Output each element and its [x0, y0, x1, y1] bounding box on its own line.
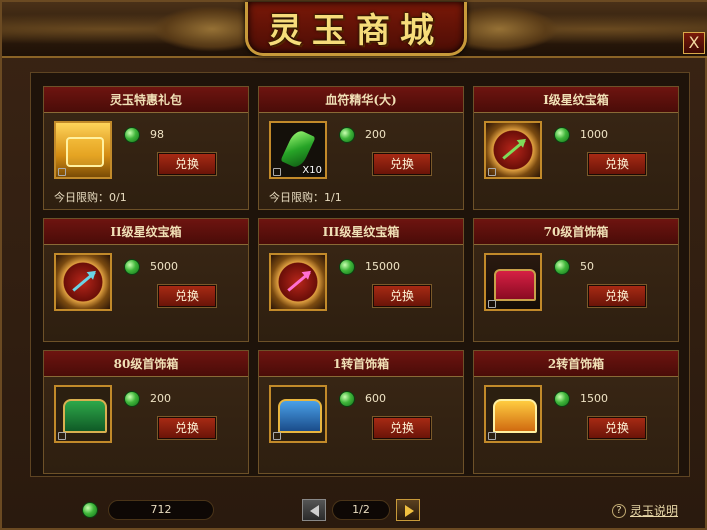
item-price: 600: [365, 392, 386, 405]
exchange-button[interactable]: 兑换: [372, 152, 432, 176]
item-title: I级星纹宝箱: [474, 87, 678, 113]
item-price: 1500: [580, 392, 608, 405]
help-label: 灵玉说明: [630, 504, 679, 518]
arrow-left-icon: [310, 505, 319, 517]
shop-window: 灵玉商城 X 灵玉特惠礼包 98 兑换 今日限购：0/1 血符精华(大) X10…: [0, 0, 707, 530]
item-price: 200: [150, 392, 171, 405]
header-banner: 灵玉商城: [2, 2, 707, 58]
item-title: 1转首饰箱: [259, 351, 463, 377]
shop-item-card: 70级首饰箱 50 兑换: [473, 218, 679, 342]
sagittarius-arrow-icon: [287, 271, 311, 292]
jade-gem-icon: [124, 259, 140, 275]
shop-item-card: III级星纹宝箱 15000 兑换: [258, 218, 464, 342]
jade-gem-icon: [339, 259, 355, 275]
item-slot[interactable]: [269, 385, 327, 443]
lock-icon: [488, 168, 496, 176]
lock-icon: [273, 432, 281, 440]
shop-item-card: I级星纹宝箱 1000 兑换: [473, 86, 679, 210]
star-box-icon: [271, 255, 325, 309]
item-price: 15000: [365, 260, 400, 273]
exchange-button[interactable]: 兑换: [157, 416, 217, 440]
help-link[interactable]: ? 灵玉说明: [612, 502, 678, 519]
shop-item-card: 80级首饰箱 200 兑换: [43, 350, 249, 474]
jade-balance: 712: [108, 500, 214, 520]
jade-gem-icon: [339, 391, 355, 407]
lock-icon: [273, 168, 281, 176]
item-price: 1000: [580, 128, 608, 141]
jade-gem-icon: [124, 127, 140, 143]
item-slot[interactable]: [54, 253, 112, 311]
item-slot[interactable]: X10: [269, 121, 327, 179]
shop-item-card: II级星纹宝箱 5000 兑换: [43, 218, 249, 342]
item-title: III级星纹宝箱: [259, 219, 463, 245]
shop-item-card: 血符精华(大) X10 200 兑换 今日限购：1/1: [258, 86, 464, 210]
exchange-button[interactable]: 兑换: [372, 416, 432, 440]
item-slot[interactable]: [484, 253, 542, 311]
lock-icon: [58, 432, 66, 440]
purchase-limit: 今日限购：0/1: [54, 191, 127, 204]
prev-page-button[interactable]: [302, 499, 326, 521]
item-slot[interactable]: [484, 121, 542, 179]
page-indicator: 1/2: [332, 500, 390, 520]
item-slot[interactable]: [54, 121, 112, 179]
jade-gem-icon: [339, 127, 355, 143]
exchange-button[interactable]: 兑换: [587, 416, 647, 440]
jade-gem-icon: [82, 502, 98, 518]
exchange-button[interactable]: 兑换: [587, 152, 647, 176]
lock-icon: [488, 432, 496, 440]
exchange-button[interactable]: 兑换: [372, 284, 432, 308]
item-title: 80级首饰箱: [44, 351, 248, 377]
purchase-limit: 今日限购：1/1: [269, 191, 342, 204]
item-price: 50: [580, 260, 594, 273]
item-title: 血符精华(大): [259, 87, 463, 113]
shop-item-card: 2转首饰箱 1500 兑换: [473, 350, 679, 474]
window-title: 灵玉商城: [268, 11, 444, 51]
lock-icon: [58, 168, 66, 176]
question-icon: ?: [612, 503, 626, 518]
star-box-icon: [56, 255, 110, 309]
item-title: 70级首饰箱: [474, 219, 678, 245]
item-slot[interactable]: [484, 385, 542, 443]
sagittarius-arrow-icon: [72, 271, 96, 292]
item-title: 2转首饰箱: [474, 351, 678, 377]
item-quantity: X10: [302, 165, 322, 176]
jade-gem-icon: [554, 127, 570, 143]
jade-gem-icon: [554, 259, 570, 275]
title-plate: 灵玉商城: [245, 2, 467, 56]
sagittarius-arrow-icon: [502, 139, 526, 160]
item-price: 5000: [150, 260, 178, 273]
item-slot[interactable]: [54, 385, 112, 443]
item-price: 98: [150, 128, 164, 141]
jade-gem-icon: [124, 391, 140, 407]
close-button[interactable]: X: [683, 32, 705, 54]
shop-item-card: 1转首饰箱 600 兑换: [258, 350, 464, 474]
item-title: II级星纹宝箱: [44, 219, 248, 245]
jade-gem-icon: [554, 391, 570, 407]
item-price: 200: [365, 128, 386, 141]
lock-icon: [488, 300, 496, 308]
shop-item-card: 灵玉特惠礼包 98 兑换 今日限购：0/1: [43, 86, 249, 210]
next-page-button[interactable]: [396, 499, 420, 521]
exchange-button[interactable]: 兑换: [587, 284, 647, 308]
item-slot[interactable]: [269, 253, 327, 311]
arrow-right-icon: [405, 505, 414, 517]
item-title: 灵玉特惠礼包: [44, 87, 248, 113]
exchange-button[interactable]: 兑换: [157, 152, 217, 176]
exchange-button[interactable]: 兑换: [157, 284, 217, 308]
